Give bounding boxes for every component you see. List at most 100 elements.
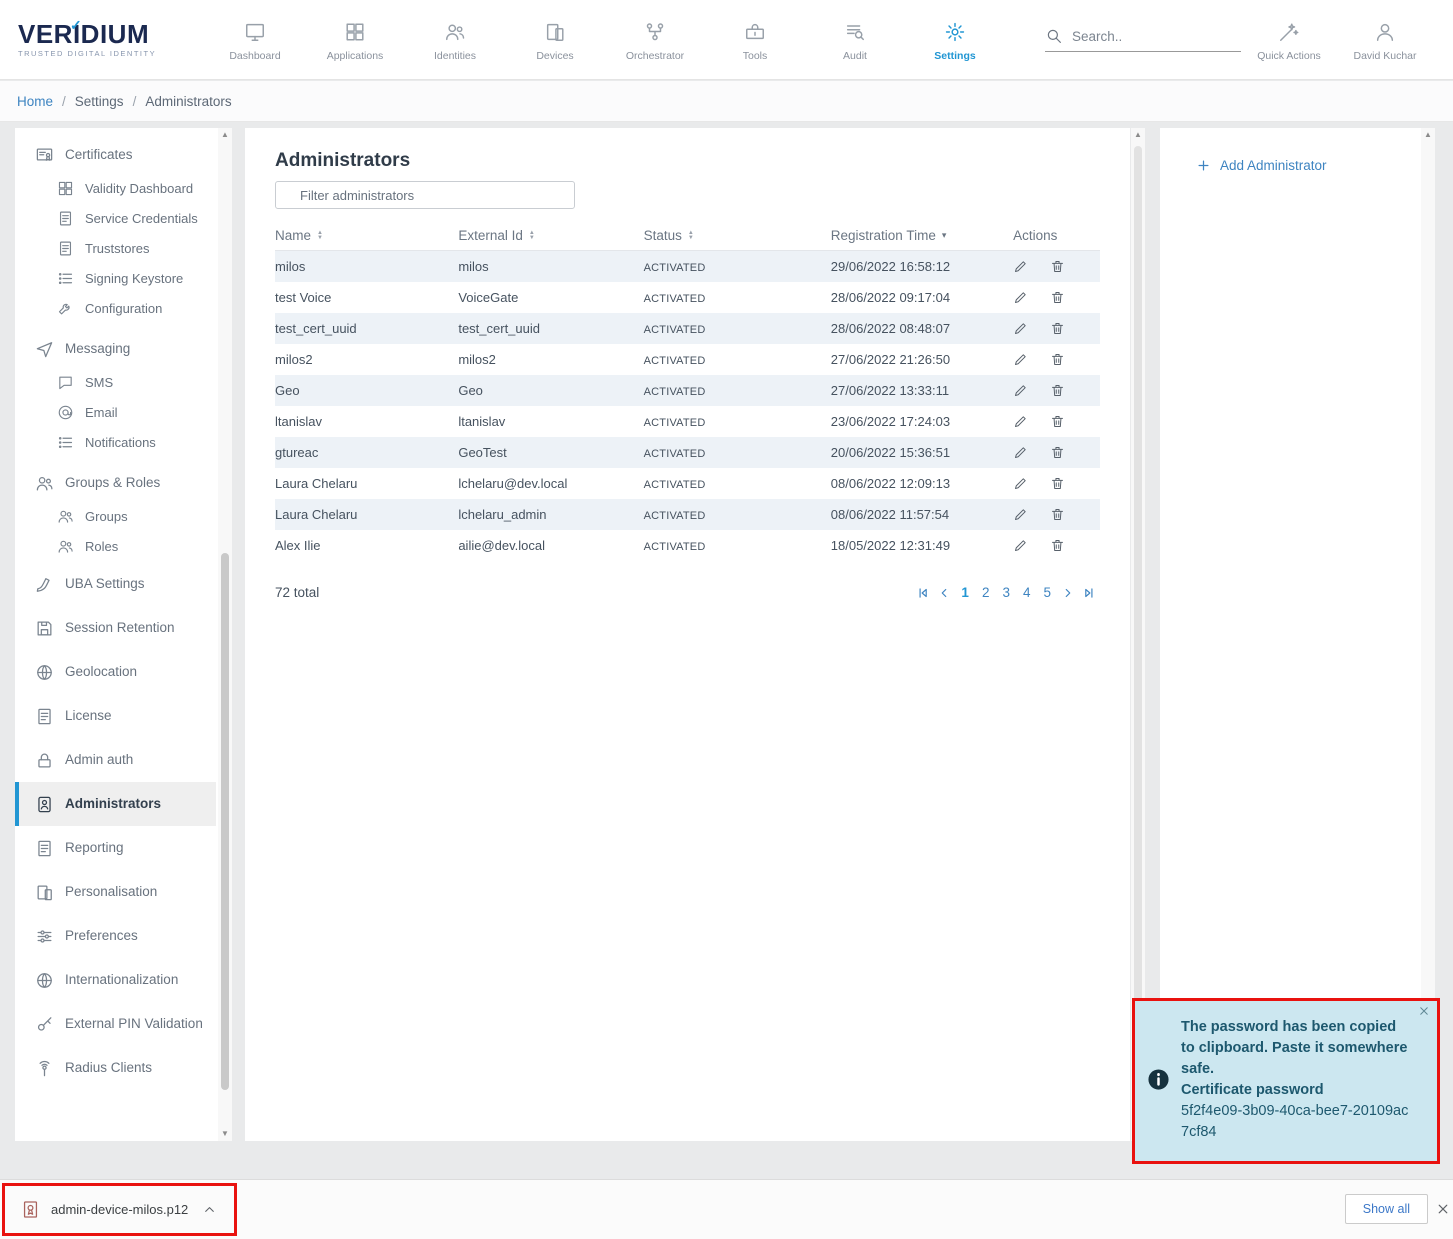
delete-trash-icon[interactable] — [1050, 321, 1065, 336]
nav-item-audit[interactable]: Audit — [805, 17, 905, 62]
next-page-icon[interactable] — [1061, 586, 1075, 600]
show-all-button[interactable]: Show all — [1345, 1194, 1428, 1224]
delete-trash-icon[interactable] — [1050, 383, 1065, 398]
nav-item-tools[interactable]: Tools — [705, 17, 805, 62]
delete-trash-icon[interactable] — [1050, 259, 1065, 274]
quick-actions-button[interactable]: Quick Actions — [1241, 17, 1337, 62]
table-row-test-cert-uuid[interactable]: test_cert_uuidtest_cert_uuidACTIVATED28/… — [275, 313, 1100, 344]
sidebar-item-validity-dashboard[interactable]: Validity Dashboard — [15, 174, 216, 204]
scroll-up-arrow-icon[interactable]: ▲ — [1131, 128, 1145, 142]
edit-pencil-icon[interactable] — [1013, 414, 1028, 429]
table-row-ailie-dev-local[interactable]: Alex Ilieailie@dev.localACTIVATED18/05/2… — [275, 530, 1100, 561]
page-3[interactable]: 3 — [999, 585, 1013, 600]
filter-administrators-input[interactable] — [275, 181, 575, 209]
toast-close-icon[interactable] — [1418, 1005, 1430, 1017]
sidebar-item-license[interactable]: License — [15, 694, 216, 738]
table-row-milos[interactable]: milosmilosACTIVATED29/06/2022 16:58:12 — [275, 251, 1100, 282]
scroll-up-arrow-icon[interactable]: ▲ — [1421, 128, 1435, 142]
delete-trash-icon[interactable] — [1050, 414, 1065, 429]
sidebar-item-groups[interactable]: Groups — [15, 502, 216, 532]
delete-trash-icon[interactable] — [1050, 507, 1065, 522]
add-administrator-button[interactable]: Add Administrator — [1160, 128, 1421, 173]
sidebar-item-truststores[interactable]: Truststores — [15, 234, 216, 264]
sidebar-item-certificates[interactable]: Certificates — [15, 136, 216, 174]
page-5[interactable]: 5 — [1040, 585, 1054, 600]
nav-item-applications[interactable]: Applications — [305, 17, 405, 62]
page-4[interactable]: 4 — [1020, 585, 1034, 600]
sidebar-item-internationalization[interactable]: Internationalization — [15, 958, 216, 1002]
table-row-geotest[interactable]: gtureacGeoTestACTIVATED20/06/2022 15:36:… — [275, 437, 1100, 468]
nav-item-settings[interactable]: Settings — [905, 17, 1005, 62]
sidebar-item-session-retention[interactable]: Session Retention — [15, 606, 216, 650]
nav-item-identities[interactable]: Identities — [405, 17, 505, 62]
nav-item-dashboard[interactable]: Dashboard — [205, 17, 305, 62]
edit-pencil-icon[interactable] — [1013, 352, 1028, 367]
column-header-registration-time[interactable]: Registration Time▾ — [831, 228, 1013, 243]
right-scrollbar[interactable]: ▲ ▼ — [1421, 128, 1435, 1141]
sidebar-item-roles[interactable]: Roles — [15, 532, 216, 562]
table-row-milos2[interactable]: milos2milos2ACTIVATED27/06/2022 21:26:50 — [275, 344, 1100, 375]
sidebar-item-sms[interactable]: SMS — [15, 368, 216, 398]
last-page-icon[interactable] — [1082, 586, 1096, 600]
sidebar-item-reporting[interactable]: Reporting — [15, 826, 216, 870]
sidebar-item-uba-settings[interactable]: UBA Settings — [15, 562, 216, 606]
breadcrumb-home[interactable]: Home — [17, 94, 53, 109]
page-2[interactable]: 2 — [979, 585, 993, 600]
column-header-name[interactable]: Name▲▼ — [275, 228, 458, 243]
edit-pencil-icon[interactable] — [1013, 259, 1028, 274]
sidebar-item-messaging[interactable]: Messaging — [15, 330, 216, 368]
table-row-voicegate[interactable]: test VoiceVoiceGateACTIVATED28/06/2022 0… — [275, 282, 1100, 313]
sidebar-item-notifications[interactable]: Notifications — [15, 428, 216, 458]
edit-pencil-icon[interactable] — [1013, 476, 1028, 491]
table-row-lchelaru-admin[interactable]: Laura Chelarulchelaru_adminACTIVATED08/0… — [275, 499, 1100, 530]
table-row-lchelaru-dev-local[interactable]: Laura Chelarulchelaru@dev.localACTIVATED… — [275, 468, 1100, 499]
table-row-geo[interactable]: GeoGeoACTIVATED27/06/2022 13:33:11 — [275, 375, 1100, 406]
sidebar-item-geolocation[interactable]: Geolocation — [15, 650, 216, 694]
edit-pencil-icon[interactable] — [1013, 538, 1028, 553]
sort-desc-icon[interactable]: ▾ — [942, 230, 947, 241]
sidebar-scrollbar[interactable]: ▲ ▼ — [218, 128, 232, 1141]
sidebar-item-administrators[interactable]: Administrators — [15, 782, 216, 826]
search-icon[interactable] — [1045, 27, 1063, 45]
delete-trash-icon[interactable] — [1050, 476, 1065, 491]
sidebar-item-preferences[interactable]: Preferences — [15, 914, 216, 958]
nav-item-orchestrator[interactable]: Orchestrator — [605, 17, 705, 62]
sidebar-item-service-credentials[interactable]: Service Credentials — [15, 204, 216, 234]
main-scrollbar[interactable]: ▲ ▼ — [1131, 128, 1145, 1141]
edit-pencil-icon[interactable] — [1013, 507, 1028, 522]
sort-both-icon[interactable]: ▲▼ — [688, 231, 694, 241]
scrollbar-thumb[interactable] — [221, 553, 229, 1090]
scroll-down-arrow-icon[interactable]: ▼ — [218, 1127, 232, 1141]
sidebar-item-radius-clients[interactable]: Radius Clients — [15, 1046, 216, 1090]
page-1[interactable]: 1 — [958, 585, 972, 600]
breadcrumb-settings[interactable]: Settings — [75, 94, 124, 109]
edit-pencil-icon[interactable] — [1013, 445, 1028, 460]
sidebar-item-configuration[interactable]: Configuration — [15, 294, 216, 324]
sidebar-item-external-pin-validation[interactable]: External PIN Validation — [15, 1002, 216, 1046]
edit-pencil-icon[interactable] — [1013, 321, 1028, 336]
nav-item-devices[interactable]: Devices — [505, 17, 605, 62]
user-menu[interactable]: David Kuchar — [1337, 17, 1433, 62]
column-header-external-id[interactable]: External Id▲▼ — [458, 228, 643, 243]
delete-trash-icon[interactable] — [1050, 290, 1065, 305]
veridium-logo[interactable]: VERIDIUM ✓ TRUSTED DIGITAL IDENTITY — [0, 21, 205, 58]
column-header-status[interactable]: Status▲▼ — [644, 228, 831, 243]
delete-trash-icon[interactable] — [1050, 445, 1065, 460]
download-bar-close-icon[interactable] — [1436, 1202, 1450, 1216]
sidebar-item-personalisation[interactable]: Personalisation — [15, 870, 216, 914]
sort-both-icon[interactable]: ▲▼ — [317, 231, 323, 241]
chevron-up-icon[interactable] — [203, 1203, 216, 1216]
sidebar-item-groups-roles[interactable]: Groups & Roles — [15, 464, 216, 502]
sidebar-item-admin-auth[interactable]: Admin auth — [15, 738, 216, 782]
sidebar-item-signing-keystore[interactable]: Signing Keystore — [15, 264, 216, 294]
delete-trash-icon[interactable] — [1050, 352, 1065, 367]
delete-trash-icon[interactable] — [1050, 538, 1065, 553]
table-row-ltanislav[interactable]: ltanislavltanislavACTIVATED23/06/2022 17… — [275, 406, 1100, 437]
edit-pencil-icon[interactable] — [1013, 290, 1028, 305]
search-input[interactable] — [1072, 29, 1227, 44]
sidebar-item-email[interactable]: Email — [15, 398, 216, 428]
previous-page-icon[interactable] — [937, 586, 951, 600]
sort-both-icon[interactable]: ▲▼ — [529, 231, 535, 241]
scrollbar-thumb[interactable] — [1134, 146, 1142, 1086]
first-page-icon[interactable] — [916, 586, 930, 600]
